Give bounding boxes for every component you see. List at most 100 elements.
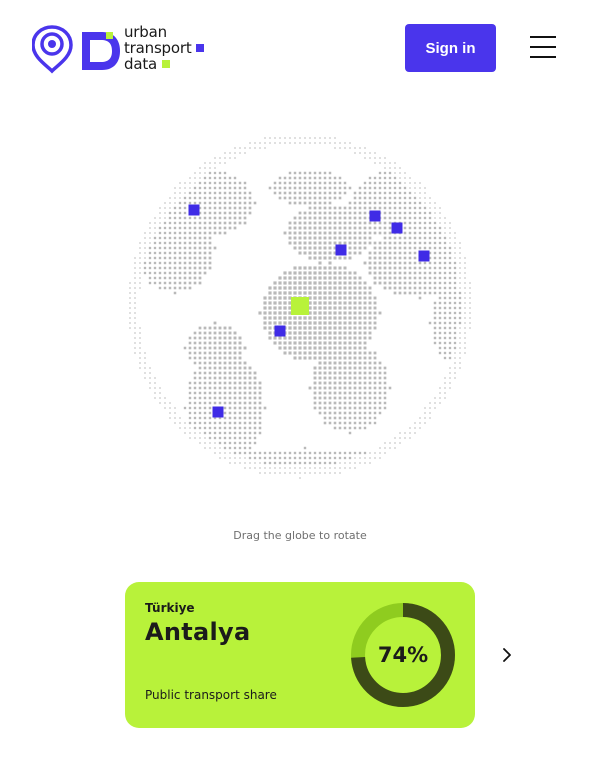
- globe-dot: [223, 386, 227, 390]
- globe-dot: [413, 201, 417, 205]
- globe-dot: [423, 246, 427, 250]
- globe-dot: [263, 306, 267, 310]
- globe-dot: [228, 331, 232, 335]
- globe-dot: [233, 351, 237, 355]
- globe-dot: [459, 347, 461, 349]
- globe-dot: [384, 162, 386, 164]
- globe-dot: [348, 256, 352, 260]
- globe-dot: [413, 256, 417, 260]
- city-marker[interactable]: [335, 244, 347, 256]
- globe-dot: [228, 361, 232, 365]
- globe-dot: [234, 462, 236, 464]
- rotatable-globe[interactable]: [120, 133, 480, 483]
- globe-dot: [333, 191, 337, 195]
- globe-dot: [394, 442, 396, 444]
- globe-dot: [308, 321, 312, 325]
- globe-dot: [223, 396, 227, 400]
- globe-dot: [459, 332, 461, 334]
- globe-dot: [203, 226, 207, 230]
- globe-dot: [333, 421, 337, 425]
- globe-dot: [159, 397, 161, 399]
- globe-dot: [228, 191, 232, 195]
- globe-dot: [283, 306, 287, 310]
- globe-dot: [358, 236, 362, 240]
- globe-dot: [219, 157, 221, 159]
- globe-dot: [313, 341, 317, 345]
- city-marker[interactable]: [418, 250, 430, 262]
- globe-dot: [363, 221, 367, 225]
- globe-dot: [313, 376, 317, 380]
- city-marker[interactable]: [274, 325, 286, 337]
- globe-dot: [454, 352, 456, 354]
- globe-dot: [343, 396, 347, 400]
- globe-dot: [253, 436, 257, 440]
- globe-dot: [278, 316, 282, 320]
- globe-dot: [348, 326, 352, 330]
- globe-dot: [208, 226, 212, 230]
- globe-dot: [314, 137, 316, 139]
- globe-dot: [418, 246, 422, 250]
- globe-dot: [174, 192, 176, 194]
- globe-dot: [443, 301, 447, 305]
- globe-dot: [208, 386, 212, 390]
- city-marker[interactable]: [391, 222, 403, 234]
- globe-dot: [183, 211, 187, 215]
- globe-dot: [403, 271, 407, 275]
- globe-dot: [193, 201, 197, 205]
- globe-dot: [394, 167, 396, 169]
- globe-dot: [293, 336, 297, 340]
- brand-logo[interactable]: urban transport data: [32, 24, 232, 74]
- globe-dot: [338, 401, 342, 405]
- globe-dot: [444, 387, 446, 389]
- globe-dot: [334, 147, 336, 149]
- globe-dot: [188, 216, 192, 220]
- globe-dot: [438, 236, 442, 240]
- chevron-right-icon[interactable]: [496, 643, 518, 667]
- globe-dot: [188, 336, 192, 340]
- globe-dot: [418, 261, 422, 265]
- globe-dot: [238, 436, 242, 440]
- city-marker[interactable]: [212, 406, 224, 418]
- globe-dot: [363, 426, 367, 430]
- sign-in-button[interactable]: Sign in: [405, 24, 496, 72]
- globe-dot: [448, 251, 452, 255]
- city-card[interactable]: Türkiye Antalya Public transport share 7…: [125, 582, 475, 728]
- globe-dot: [464, 342, 466, 344]
- globe-dot: [439, 402, 441, 404]
- globe-dot: [298, 316, 302, 320]
- city-marker[interactable]: [369, 210, 381, 222]
- globe-dot: [323, 241, 327, 245]
- globe-dot: [203, 386, 207, 390]
- globe-dot: [213, 331, 217, 335]
- globe-dot: [363, 296, 367, 300]
- globe-dot: [288, 321, 292, 325]
- globe-dot: [238, 416, 242, 420]
- globe-dot: [373, 176, 377, 180]
- globe-dot: [219, 447, 221, 449]
- globe-dot: [208, 176, 212, 180]
- globe-dot: [323, 376, 327, 380]
- globe-dot: [198, 196, 202, 200]
- globe-dot: [353, 421, 357, 425]
- globe-dot: [349, 467, 351, 469]
- globe-dot: [443, 246, 447, 250]
- globe-dot: [353, 381, 357, 385]
- globe-dot: [348, 331, 352, 335]
- globe-dot: [303, 216, 307, 220]
- active-city-marker[interactable]: [291, 297, 309, 315]
- globe-dot: [163, 286, 167, 290]
- globe-dot: [388, 386, 392, 390]
- globe-dot: [398, 191, 402, 195]
- globe-dot: [179, 182, 181, 184]
- globe-dot: [398, 186, 402, 190]
- city-marker[interactable]: [188, 204, 200, 216]
- globe-dot: [248, 211, 252, 215]
- globe-dot: [223, 171, 227, 175]
- globe-dot: [188, 421, 192, 425]
- globe-dot: [168, 231, 172, 235]
- globe-dot: [378, 251, 382, 255]
- globe-dot: [419, 427, 421, 429]
- hamburger-menu-icon[interactable]: [528, 36, 560, 60]
- globe-dot: [423, 216, 427, 220]
- globe-dot: [313, 246, 317, 250]
